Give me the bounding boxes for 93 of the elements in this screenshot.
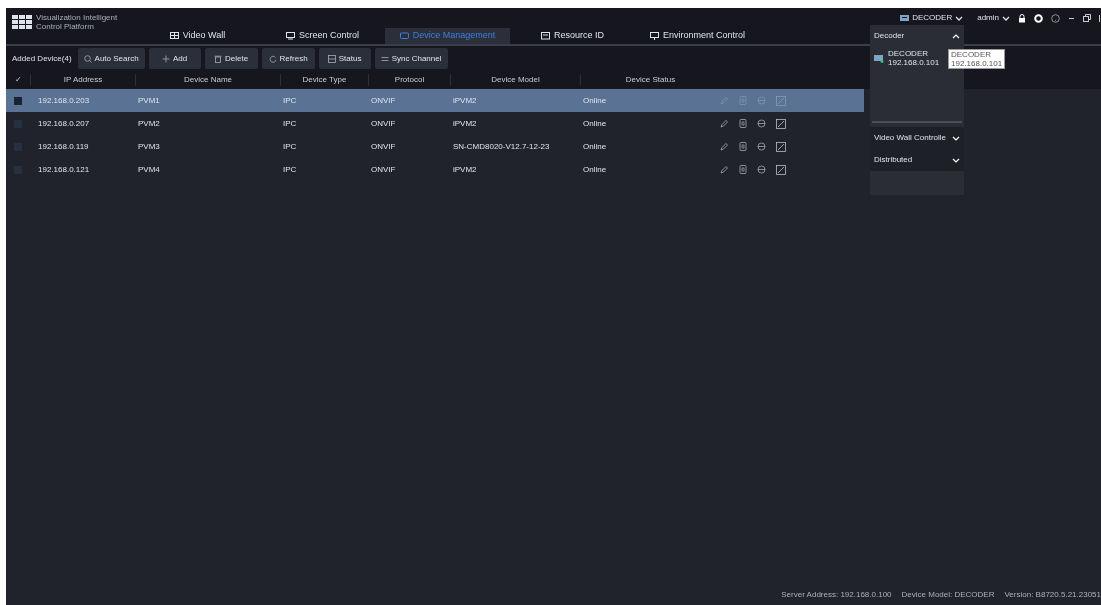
toolbar-button[interactable]: Auto Search (77, 48, 145, 69)
table-cell-text: Online (582, 140, 608, 153)
swap-icon (380, 54, 389, 63)
table-cell-text: 192.168.0.121 (37, 163, 91, 176)
row-checkbox[interactable] (14, 96, 22, 105)
device-count-label: Added Device(4) (12, 52, 72, 65)
nav-tab[interactable]: Screen Control (260, 28, 385, 44)
edit-box-icon[interactable] (776, 164, 786, 175)
toolbar-button[interactable]: Add (148, 48, 201, 69)
column-header: IP Address (30, 74, 135, 86)
device-icon[interactable] (739, 119, 747, 128)
nav-tab[interactable]: Resource ID (510, 28, 635, 44)
nav-tab[interactable]: Video Wall (135, 28, 260, 44)
device-icon[interactable] (739, 142, 747, 151)
device-ip: 192.168.0.101 (888, 58, 940, 67)
column-header: Device Type (280, 74, 368, 86)
edit-box-icon[interactable] (776, 118, 786, 129)
status-icon (327, 54, 336, 63)
card-icon (541, 32, 550, 40)
restore-icon[interactable] (1083, 14, 1091, 22)
column-header: Device Status (580, 74, 720, 86)
app-title: Control Platform (36, 22, 95, 31)
column-header: ✓ (13, 74, 23, 86)
logo-icon (12, 15, 32, 29)
table-cell-text: iPVM2 (452, 94, 478, 107)
pencil-icon[interactable] (720, 142, 729, 151)
toolbar-button[interactable]: Refresh (261, 48, 315, 69)
search-icon (83, 54, 92, 63)
table-cell-text: iPVM2 (452, 117, 478, 130)
nav-tab[interactable]: Environment Control (635, 28, 760, 44)
help-icon[interactable] (1051, 13, 1060, 23)
table-cell-text: PVM2 (137, 117, 161, 130)
table-cell-text: Online (582, 117, 608, 130)
status-text: Server Address: 192.168.0.100 (781, 589, 892, 601)
table-cell-text: SN-CMD8020-V12.7-12-23 (452, 140, 551, 153)
nav-tab[interactable]: Device Management (385, 28, 510, 44)
monitor-icon (286, 32, 295, 40)
table-cell-text: IPC (282, 94, 298, 107)
table-cell-text: PVM4 (137, 163, 161, 176)
table-cell-text: IPC (282, 117, 298, 130)
device-icon (399, 32, 409, 40)
globe-icon[interactable] (757, 165, 766, 174)
caret-icon[interactable] (1002, 15, 1010, 21)
status-text: Version: B8720.5.21.23051 (1004, 589, 1101, 601)
caret-down-icon (952, 135, 960, 141)
table-cell-text: 192.168.0.119 (37, 140, 90, 153)
table-cell-text: 192.168.0.203 (37, 94, 91, 107)
table-cell-text: iPVM2 (452, 163, 478, 176)
panel-section-header[interactable]: Video Wall Controlle (870, 127, 964, 149)
table-cell-text: IPC (282, 140, 298, 153)
table-cell-text: PVM3 (137, 140, 161, 153)
status-text: Device Model: DECODER (901, 589, 995, 601)
refresh-icon (268, 54, 277, 63)
table-cell-text: ONVIF (370, 94, 397, 107)
device-name: DECODER (888, 49, 929, 58)
table-cell-text: Online (582, 94, 608, 107)
device-selector[interactable]: DECODER (912, 12, 953, 24)
plus-icon (161, 54, 170, 63)
table-cell-text: ONVIF (370, 117, 397, 130)
device-icon[interactable] (739, 165, 747, 174)
toolbar-button[interactable]: Delete (204, 48, 258, 69)
tooltip-text: 192.168.0.101 (951, 59, 1003, 68)
table-cell-text: ONVIF (370, 140, 397, 153)
device-icon (874, 53, 884, 63)
toolbar-button[interactable]: Sync Channel (374, 48, 448, 69)
caret-down-icon (952, 157, 960, 163)
device-icon (900, 14, 910, 22)
toolbar-button[interactable]: Status (318, 48, 371, 69)
table-cell-text: IPC (282, 163, 298, 176)
panel-section-header[interactable]: Distributed (870, 149, 964, 171)
globe-icon[interactable] (757, 142, 766, 151)
user-menu[interactable]: admin (977, 12, 999, 24)
caret-icon[interactable] (955, 15, 964, 21)
caret-up-icon (952, 33, 960, 39)
table-row[interactable]: 192.168.0.203 PVM1 IPC ONVIF iPVM2 Online (6, 89, 864, 112)
pencil-icon[interactable] (720, 165, 729, 174)
trash-icon (214, 54, 223, 63)
settings-icon[interactable] (1034, 13, 1043, 23)
tooltip-text: DECODER (951, 50, 992, 59)
table-cell-text: Online (582, 163, 608, 176)
app-title: Visualization Intelligent (36, 13, 118, 22)
monitor-icon (649, 32, 659, 40)
globe-icon[interactable] (757, 119, 766, 128)
column-header: Device Name (135, 74, 280, 86)
grid-icon (169, 32, 179, 40)
pencil-icon[interactable] (720, 119, 729, 128)
table-cell-text: ONVIF (370, 163, 397, 176)
table-cell-text: PVM1 (137, 94, 161, 107)
table-cell-text: 192.168.0.207 (37, 117, 91, 130)
column-header: Device Model (450, 74, 580, 86)
column-header: Protocol (368, 74, 450, 86)
lock-icon[interactable] (1018, 13, 1026, 23)
edit-box-icon[interactable] (776, 141, 786, 152)
